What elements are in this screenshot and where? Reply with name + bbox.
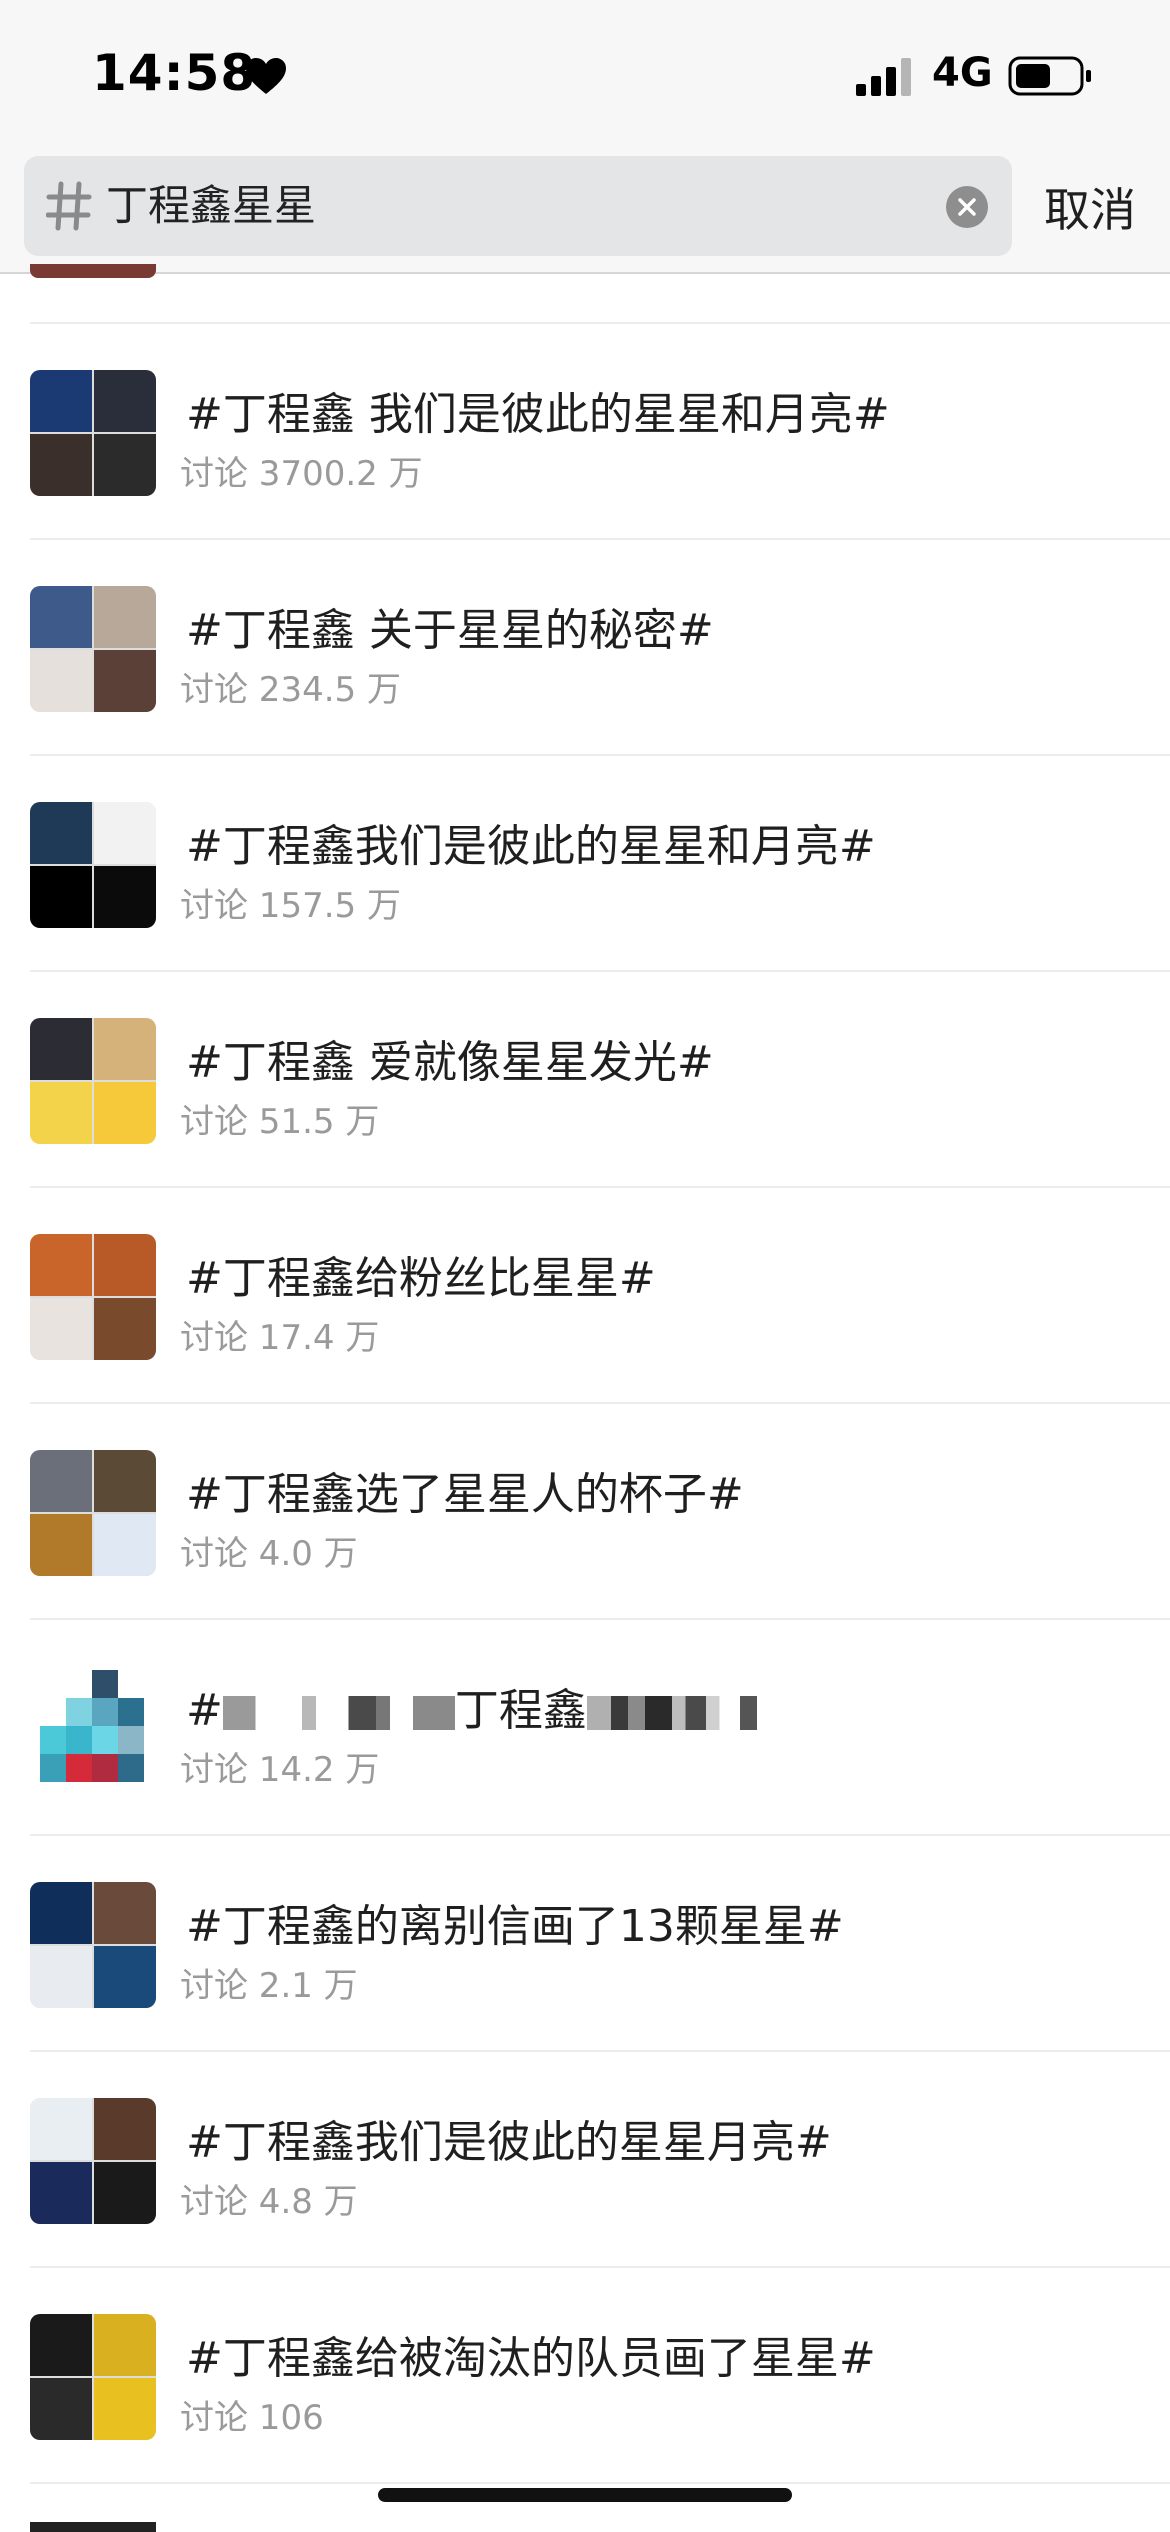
topic-result-item[interactable]: #丁程鑫我们是彼此的星星月亮# 讨论 4.8 万 xyxy=(0,2052,1170,2268)
topic-thumbnail xyxy=(30,1882,156,2008)
topic-thumbnail xyxy=(30,2314,156,2440)
partial-thumbnail xyxy=(30,264,156,278)
topic-title: #丁程鑫的离别信画了13颗星星# xyxy=(186,1901,844,1952)
topic-result-item[interactable]: #丁程鑫给被淘汰的队员画了星星# 讨论 106 xyxy=(0,2268,1170,2484)
discussion-count: 讨论 234.5 万 xyxy=(180,670,401,710)
clear-search-icon[interactable] xyxy=(946,186,988,228)
topic-title: #丁程鑫给被淘汰的队员画了星星# xyxy=(186,2333,876,2384)
topic-result-item[interactable]: #丁程鑫 关于星星的秘密# 讨论 234.5 万 xyxy=(0,540,1170,756)
discussion-count: 讨论 14.2 万 xyxy=(180,1750,380,1790)
hashtag-icon xyxy=(46,181,92,231)
topic-result-item[interactable]: #丁程鑫的离别信画了13颗星星# 讨论 2.1 万 xyxy=(0,1836,1170,2052)
discussion-count: 讨论 3700.2 万 xyxy=(180,454,423,494)
search-input[interactable] xyxy=(106,156,946,256)
topic-title: #丁程鑫我们是彼此的星星和月亮# xyxy=(186,821,876,872)
topic-thumbnail xyxy=(30,1234,156,1360)
search-box[interactable] xyxy=(24,156,1012,256)
discussion-count: 讨论 4.8 万 xyxy=(180,2182,358,2222)
redacted-text xyxy=(586,1696,757,1730)
topic-title: #丁程鑫我们是彼此的星星月亮# xyxy=(186,2117,832,2168)
topic-title-name: 丁程鑫 xyxy=(454,1685,587,1736)
topic-title: #丁程鑫 关于星星的秘密# xyxy=(186,605,714,656)
partial-thumbnail xyxy=(30,2522,156,2532)
discussion-count: 讨论 106 xyxy=(180,2398,324,2438)
status-bar: 14:58 4G xyxy=(0,0,1170,150)
topic-title: #丁程鑫 爱就像星星发光# xyxy=(186,1037,714,1088)
battery-icon xyxy=(1008,56,1091,96)
topic-thumbnail xyxy=(30,2098,156,2224)
topic-title: # 丁程鑫 xyxy=(186,1674,757,1738)
topic-result-item[interactable]: # 丁程鑫讨论 14.2 万 xyxy=(0,1620,1170,1836)
redacted-text xyxy=(222,1696,455,1730)
topic-result-item[interactable]: #丁程鑫我们是彼此的星星和月亮# 讨论 157.5 万 xyxy=(0,756,1170,972)
search-header: 取消 xyxy=(0,150,1170,274)
discussion-count: 讨论 157.5 万 xyxy=(180,886,401,926)
topic-title-prefix: # xyxy=(186,1685,223,1736)
cancel-button[interactable]: 取消 xyxy=(1044,174,1136,240)
topic-thumbnail xyxy=(30,1666,156,1792)
discussion-count: 讨论 17.4 万 xyxy=(180,1318,380,1358)
topic-thumbnail xyxy=(30,1450,156,1576)
heart-icon xyxy=(246,58,286,94)
discussion-count: 讨论 51.5 万 xyxy=(180,1102,380,1142)
topic-title: #丁程鑫 我们是彼此的星星和月亮# xyxy=(186,389,890,440)
topic-result-item[interactable]: #丁程鑫 爱就像星星发光# 讨论 51.5 万 xyxy=(0,972,1170,1188)
topic-title: #丁程鑫给粉丝比星星# xyxy=(186,1253,656,1304)
network-type: 4G xyxy=(932,50,993,96)
cellular-signal-icon xyxy=(856,58,911,96)
topic-thumbnail xyxy=(30,586,156,712)
divider xyxy=(30,2482,1170,2484)
status-time: 14:58 xyxy=(92,44,257,102)
topic-thumbnail xyxy=(30,370,156,496)
topic-result-item[interactable]: #丁程鑫给粉丝比星星# 讨论 17.4 万 xyxy=(0,1188,1170,1404)
discussion-count: 讨论 2.1 万 xyxy=(180,1966,358,2006)
discussion-count: 讨论 4.0 万 xyxy=(180,1534,358,1574)
topic-result-item[interactable]: #丁程鑫选了星星人的杯子# 讨论 4.0 万 xyxy=(0,1404,1170,1620)
topic-title: #丁程鑫选了星星人的杯子# xyxy=(186,1469,744,1520)
topic-thumbnail xyxy=(30,1018,156,1144)
home-indicator[interactable] xyxy=(378,2488,792,2502)
topic-thumbnail xyxy=(30,802,156,928)
topic-result-item[interactable]: #丁程鑫 我们是彼此的星星和月亮# 讨论 3700.2 万 xyxy=(0,324,1170,540)
